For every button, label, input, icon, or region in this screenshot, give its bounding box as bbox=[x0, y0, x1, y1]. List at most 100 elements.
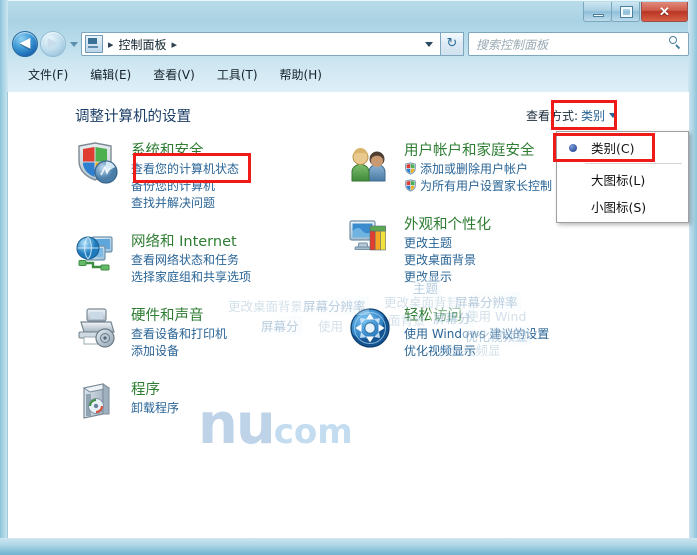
breadcrumb-control-panel[interactable]: 控制面板 bbox=[119, 36, 167, 53]
category-link-label: 备份您的计算机 bbox=[131, 179, 216, 193]
category-link-label: 使用 Windows 建议的设置 bbox=[404, 327, 550, 341]
radio-selected-icon bbox=[561, 143, 585, 152]
category-link-label: 添加或删除用户帐户 bbox=[420, 162, 529, 176]
page-title: 调整计算机的设置 bbox=[75, 109, 191, 125]
category-2: 网络和 Internet 查看网络状态和任务 选择家庭组和共享选项 bbox=[75, 231, 355, 286]
category-link-label: 更改主题 bbox=[404, 236, 453, 250]
category-body: 系统和安全 查看您的计算机状态 备份您的计算机 查找并解决问题 bbox=[131, 140, 355, 212]
menu-item-file[interactable]: 文件(F) bbox=[28, 66, 68, 83]
category-link[interactable]: 查看您的计算机状态 bbox=[131, 161, 355, 178]
back-button[interactable]: ◀ bbox=[12, 31, 38, 57]
view-by-label: 查看方式: bbox=[525, 109, 578, 123]
user-accounts-icon[interactable] bbox=[348, 141, 392, 185]
category-link[interactable]: 使用 Windows 建议的设置 bbox=[404, 326, 628, 343]
dropdown-item-1[interactable]: 类别(C) bbox=[557, 134, 688, 161]
back-arrow-icon: ◀ bbox=[19, 35, 31, 51]
category-4: 程序 卸载程序 bbox=[75, 379, 355, 431]
category-link[interactable]: 备份您的计算机 bbox=[131, 178, 355, 195]
category-link-label: 更改桌面背景 bbox=[404, 253, 477, 267]
dropdown-item-3[interactable]: 小图标(S) bbox=[557, 193, 688, 220]
menu-item-tools[interactable]: 工具(T) bbox=[217, 66, 258, 83]
minimize-button[interactable] bbox=[583, 2, 612, 22]
category-link-label: 优化视频显示 bbox=[404, 344, 477, 358]
category-title[interactable]: 程序 bbox=[131, 380, 160, 400]
category-title[interactable]: 系统和安全 bbox=[131, 141, 204, 161]
history-dropdown-icon[interactable] bbox=[70, 41, 78, 47]
search-box[interactable]: 搜索控制面板 bbox=[468, 32, 689, 56]
category-3: 硬件和声音 查看设备和打印机 添加设备 bbox=[75, 305, 355, 360]
programs-box-icon[interactable] bbox=[75, 380, 119, 424]
category-link[interactable]: 查看设备和打印机 bbox=[131, 326, 355, 343]
chevron-down-icon[interactable] bbox=[609, 113, 617, 118]
address-dropdown-icon[interactable] bbox=[425, 42, 433, 47]
control-panel-icon bbox=[85, 35, 103, 53]
category-3: 轻松访问 使用 Windows 建议的设置 优化视频显示 bbox=[348, 305, 628, 360]
maximize-button[interactable] bbox=[611, 2, 640, 22]
category-title[interactable]: 硬件和声音 bbox=[131, 306, 204, 326]
category-link[interactable]: 添加设备 bbox=[131, 343, 355, 360]
category-title[interactable]: 网络和 Internet bbox=[131, 232, 237, 252]
category-title[interactable]: 用户帐户和家庭安全 bbox=[404, 141, 535, 161]
category-body: 轻松访问 使用 Windows 建议的设置 优化视频显示 bbox=[404, 305, 628, 360]
category-link[interactable]: 查看网络状态和任务 bbox=[131, 252, 355, 269]
category-title[interactable]: 轻松访问 bbox=[404, 306, 462, 326]
category-link[interactable]: 更改显示 bbox=[404, 269, 628, 286]
category-body: 网络和 Internet 查看网络状态和任务 选择家庭组和共享选项 bbox=[131, 231, 355, 286]
forward-button[interactable]: ▶ bbox=[40, 31, 66, 57]
refresh-icon: ↻ bbox=[446, 36, 458, 51]
security-shield-icon[interactable] bbox=[75, 141, 119, 185]
category-body: 外观和个性化 更改主题更改桌面背景 更改显示 bbox=[404, 214, 628, 286]
menu-item-edit[interactable]: 编辑(E) bbox=[90, 66, 131, 83]
category-link[interactable]: 卸载程序 bbox=[131, 400, 355, 417]
dropdown-item-label: 类别(C) bbox=[591, 141, 635, 156]
network-globe-icon[interactable] bbox=[75, 232, 119, 276]
menu-item-view[interactable]: 查看(V) bbox=[153, 66, 195, 83]
close-icon: ✕ bbox=[659, 4, 670, 19]
title-bar: ✕ bbox=[0, 0, 697, 27]
category-link-label: 为所有用户设置家长控制 bbox=[420, 179, 553, 193]
category-link-label: 选择家庭组和共享选项 bbox=[131, 270, 252, 284]
refresh-button[interactable]: ↻ bbox=[441, 32, 464, 56]
search-input-placeholder: 搜索控制面板 bbox=[476, 37, 549, 52]
dropdown-separator bbox=[585, 163, 682, 164]
view-by-control: 查看方式: 类别 bbox=[526, 107, 617, 124]
category-link-label: 更改显示 bbox=[404, 270, 453, 284]
appearance-monitor-icon[interactable] bbox=[348, 215, 392, 259]
printer-device-icon[interactable] bbox=[75, 306, 119, 350]
category-link-label: 查找并解决问题 bbox=[131, 196, 216, 210]
category-link[interactable]: 优化视频显示 bbox=[404, 343, 628, 360]
menu-bar: 文件(F) 编辑(E) 查看(V) 工具(T) 帮助(H) bbox=[8, 63, 689, 85]
breadcrumb-separator-trailing-icon[interactable]: ▸ bbox=[172, 39, 178, 50]
category-link-label: 添加设备 bbox=[131, 344, 180, 358]
category-2: 外观和个性化 更改主题更改桌面背景 更改显示 bbox=[348, 214, 628, 286]
view-by-value[interactable]: 类别 bbox=[581, 107, 605, 124]
address-input[interactable]: ▸ 控制面板 ▸ bbox=[81, 32, 441, 56]
shield-icon bbox=[404, 179, 417, 192]
category-link-label: 卸载程序 bbox=[131, 401, 180, 415]
category-link-label: 查看网络状态和任务 bbox=[131, 253, 240, 267]
dropdown-item-2[interactable]: 大图标(L) bbox=[557, 166, 688, 193]
dropdown-item-label: 大图标(L) bbox=[591, 173, 646, 188]
category-link-label: 查看设备和打印机 bbox=[131, 327, 228, 341]
category-link-label: 查看您的计算机状态 bbox=[131, 162, 240, 176]
address-bar-row: ◀ ▶ ▸ 控制面板 ▸ ↻ 搜索控制面板 bbox=[8, 30, 689, 58]
control-panel-window: ✕ ◀ ▶ ▸ 控制面板 ▸ ↻ 搜索控制面板 文件(F) 编辑(E) 查看(V… bbox=[0, 0, 697, 555]
shield-icon bbox=[404, 162, 417, 175]
category-column-left: 系统和安全 查看您的计算机状态 备份您的计算机 查找并解决问题 网络和 Interne… bbox=[75, 140, 355, 450]
category-link[interactable]: 更改主题 bbox=[404, 235, 628, 252]
close-button[interactable]: ✕ bbox=[641, 2, 688, 22]
search-icon bbox=[668, 36, 682, 50]
category-link[interactable]: 查找并解决问题 bbox=[131, 195, 355, 212]
window-border-right bbox=[688, 0, 697, 555]
menu-item-help[interactable]: 帮助(H) bbox=[280, 66, 322, 83]
category-title[interactable]: 外观和个性化 bbox=[404, 215, 491, 235]
view-by-dropdown-menu: 类别(C) 大图标(L) 小图标(S) bbox=[556, 131, 689, 223]
category-body: 硬件和声音 查看设备和打印机 添加设备 bbox=[131, 305, 355, 360]
forward-arrow-icon: ▶ bbox=[47, 35, 59, 51]
window-controls: ✕ bbox=[583, 2, 688, 24]
category-link[interactable]: 选择家庭组和共享选项 bbox=[131, 269, 355, 286]
dropdown-item-label: 小图标(S) bbox=[591, 200, 647, 215]
category-link[interactable]: 更改桌面背景 bbox=[404, 252, 628, 269]
breadcrumb-separator-icon: ▸ bbox=[108, 37, 114, 51]
ease-of-access-icon[interactable] bbox=[348, 306, 392, 350]
